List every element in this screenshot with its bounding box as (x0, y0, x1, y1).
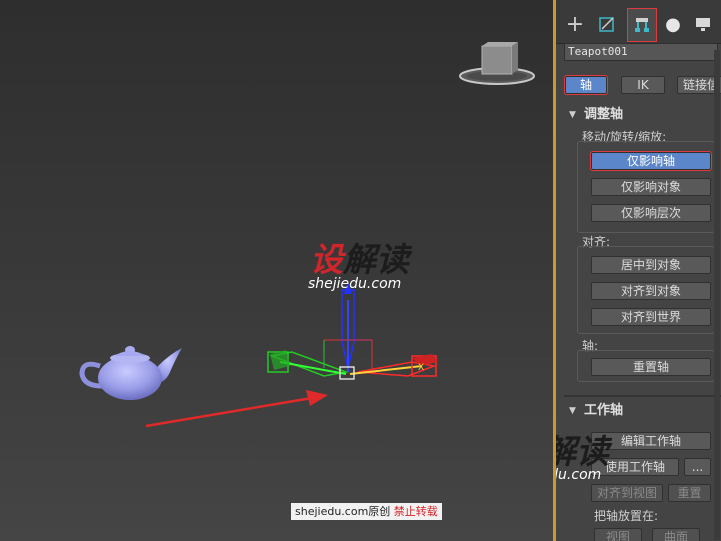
rollout-collapse-icon: ▼ (569, 406, 576, 416)
rollout-separator (564, 395, 721, 397)
affect-object-only-button[interactable]: 仅影响对象 (591, 178, 711, 196)
watermark-logo-red: 设 (310, 240, 343, 279)
affect-hierarchy-only-button[interactable]: 仅影响层次 (591, 204, 711, 222)
panel-watermark-logo: 设解读 (556, 434, 609, 470)
affect-pivot-only-button[interactable]: 仅影响轴 (590, 151, 712, 171)
panel-watermark-logo-dark: 解读 (556, 432, 609, 471)
working-pivot-title: 工作轴 (584, 403, 624, 418)
annotation-arrow-icon (145, 390, 328, 428)
svg-text:X: X (418, 363, 424, 373)
credit-label: shejiedu.com原创 禁止转载 (291, 503, 442, 520)
edit-working-pivot-button[interactable]: 编辑工作轴 (591, 432, 711, 450)
tab-motion[interactable]: ● (658, 9, 688, 39)
align-to-view-button[interactable]: 对齐到视图 (591, 484, 663, 502)
credit-warning: 禁止转载 (393, 505, 438, 518)
command-panel-scrollbar[interactable] (714, 50, 720, 540)
tab-create[interactable]: + (560, 9, 590, 39)
place-on-surface-button[interactable]: 曲面 (652, 528, 700, 541)
working-pivot-more-button[interactable]: ... (684, 458, 711, 476)
motion-icon: ● (665, 13, 681, 35)
adjust-pivot-title: 调整轴 (584, 107, 624, 122)
watermark-logo: 设解读 (310, 242, 409, 278)
pivot-mode-button[interactable]: 轴 (564, 75, 608, 95)
modify-icon (599, 17, 614, 32)
ik-mode-button[interactable]: IK (621, 76, 665, 94)
tab-hierarchy[interactable] (627, 8, 657, 42)
working-pivot-rollout[interactable]: ▼ 工作轴 (556, 402, 721, 420)
place-pivot-label: 把轴放置在: (594, 509, 659, 523)
credit-site: shejiedu.com原创 (295, 505, 391, 518)
watermark-logo-dark: 解读 (343, 240, 409, 279)
tab-modify[interactable] (592, 9, 622, 39)
panel-watermark-site: shejiedu.com (556, 467, 602, 483)
place-on-view-button[interactable]: 视图 (594, 528, 642, 541)
object-name-field[interactable]: Teapot001 (564, 43, 718, 61)
align-to-world-button[interactable]: 对齐到世界 (591, 308, 711, 326)
align-to-object-button[interactable]: 对齐到对象 (591, 282, 711, 300)
working-pivot-reset-button[interactable]: 重置 (668, 484, 711, 502)
viewport[interactable]: X 设解读 shejiedu.com shejiedu.com原创 禁止转载 (0, 0, 554, 541)
adjust-pivot-rollout[interactable]: ▼ 调整轴 (556, 106, 721, 124)
reset-pivot-button[interactable]: 重置轴 (591, 358, 711, 376)
hierarchy-icon (635, 18, 649, 32)
command-panel: + ● Teapot001 轴 IK 链接信 ▼ 调整轴 移动/旋转/缩放: 仅… (556, 0, 721, 541)
display-icon (696, 18, 710, 31)
watermark-site: shejiedu.com (308, 276, 402, 292)
plus-icon: + (565, 11, 585, 37)
tab-display[interactable] (688, 9, 718, 39)
center-to-object-button[interactable]: 居中到对象 (591, 256, 711, 274)
command-panel-tabs: + ● (556, 0, 721, 44)
rollout-collapse-icon: ▼ (569, 110, 576, 120)
view-cube-icon[interactable] (456, 40, 538, 88)
